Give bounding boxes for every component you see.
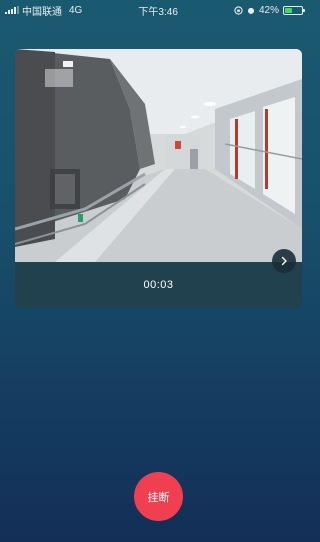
battery-icon xyxy=(282,5,305,15)
status-left: 中国联通 4G xyxy=(5,3,82,18)
carrier-label: 中国联通 xyxy=(22,6,62,18)
video-feed xyxy=(15,49,302,262)
orientation-lock-icon xyxy=(234,5,243,15)
video-frame xyxy=(15,49,302,262)
status-right: 42% xyxy=(234,4,305,16)
battery-level xyxy=(284,7,292,13)
call-timer: 00:03 xyxy=(143,279,174,291)
hangup-button[interactable]: 挂断 xyxy=(134,472,183,521)
video-card: 00:03 xyxy=(15,49,302,308)
network-label: 4G xyxy=(69,4,83,16)
alarm-icon xyxy=(247,7,255,14)
battery-percent: 42% xyxy=(258,4,279,16)
status-time: 下午3:46 xyxy=(138,6,178,18)
signal-icon xyxy=(5,6,19,14)
status-bar: 中国联通 4G 下午3:46 42% xyxy=(0,0,308,20)
chevron-right-icon xyxy=(281,256,287,266)
expand-button[interactable] xyxy=(272,249,296,273)
video-footer: 00:03 xyxy=(15,262,302,308)
